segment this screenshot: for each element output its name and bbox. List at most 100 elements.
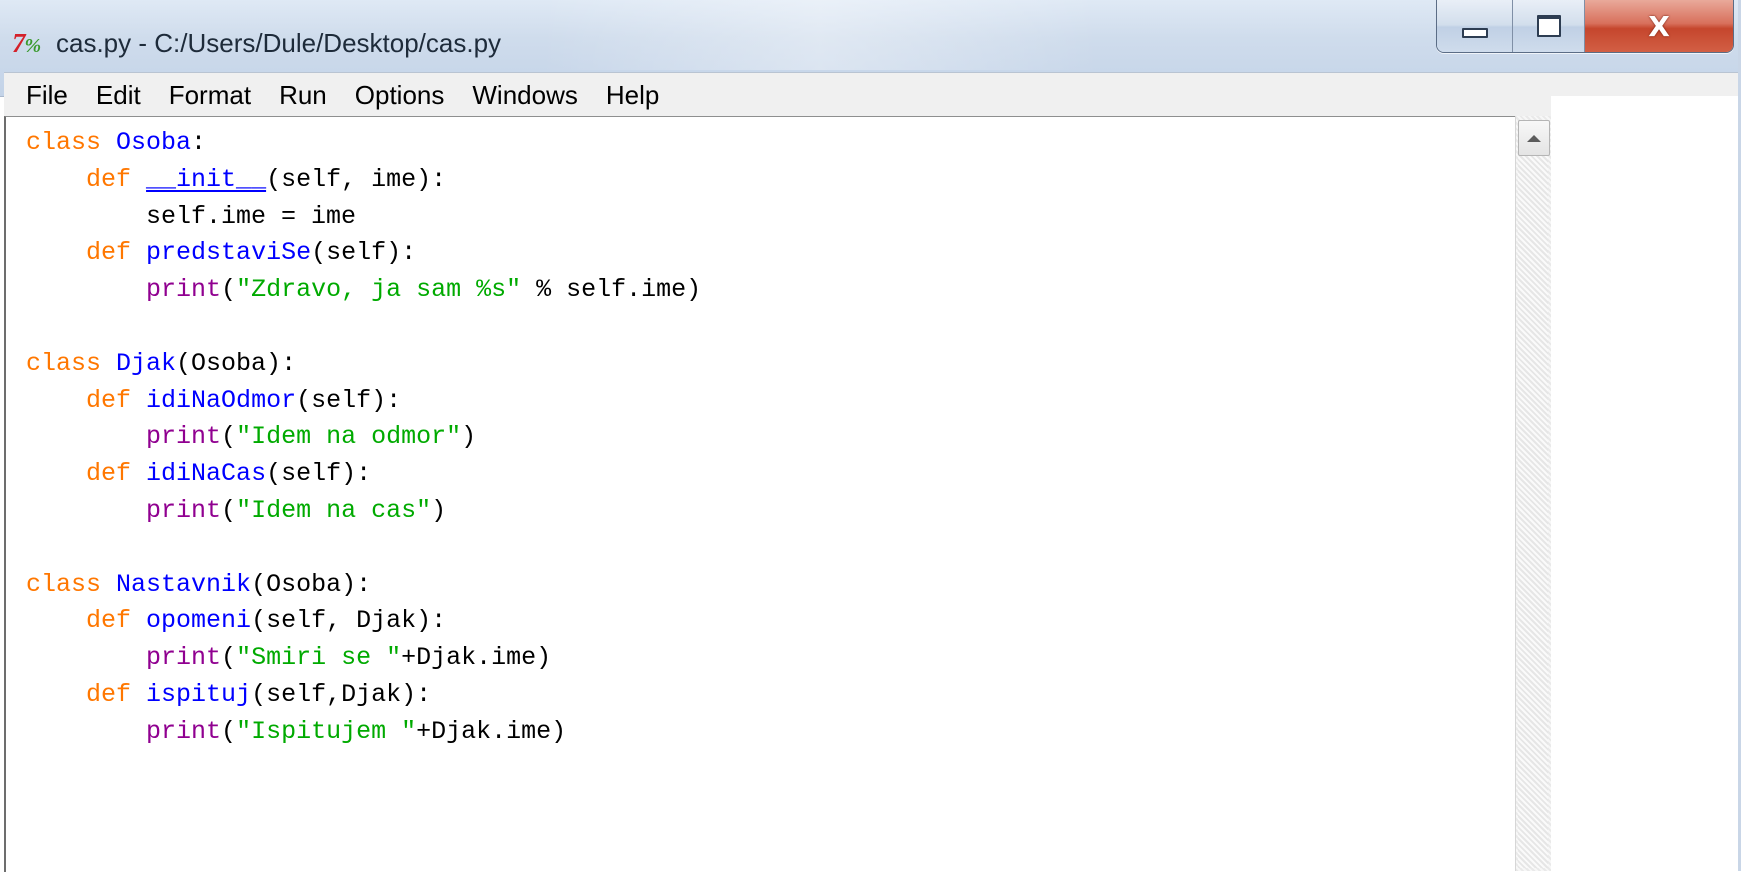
code-line[interactable]: def opomeni(self, Djak): <box>26 603 446 639</box>
code-token: Nastavnik <box>116 569 252 599</box>
scroll-up-button[interactable] <box>1518 120 1550 156</box>
minimize-button[interactable] <box>1437 0 1513 52</box>
code-line[interactable]: self.ime = ime <box>26 199 356 235</box>
code-token: ) <box>461 422 477 452</box>
title-bar-glow <box>540 0 1100 70</box>
code-line[interactable]: print("Zdravo, ja sam %s" % self.ime) <box>26 272 701 308</box>
code-line[interactable]: class Djak(Osoba): <box>26 346 296 382</box>
menu-file[interactable]: File <box>4 73 82 117</box>
code-line[interactable]: def __init__(self, ime): <box>26 162 446 198</box>
menu-format[interactable]: Format <box>155 73 265 117</box>
code-token: (self, ime): <box>266 164 447 194</box>
code-line[interactable]: print("Idem na cas") <box>26 493 446 529</box>
code-line[interactable]: print("Idem na odmor") <box>26 419 476 455</box>
code-token: (Osoba): <box>251 569 372 599</box>
code-token: "Idem na cas" <box>236 496 432 525</box>
code-token: class <box>26 569 102 599</box>
code-token: predstaviSe <box>146 238 312 268</box>
menu-edit[interactable]: Edit <box>82 73 155 117</box>
code-token: Osoba <box>116 128 192 157</box>
code-token: idiNaCas <box>146 459 267 489</box>
code-token: (self, Djak): <box>251 606 447 636</box>
code-editor[interactable]: class Osoba: def __init__(self, ime): se… <box>4 116 1516 872</box>
code-token: opomeni <box>146 606 252 636</box>
code-token: class <box>26 348 102 378</box>
scroll-thumb[interactable] <box>1518 156 1548 868</box>
code-line[interactable]: class Nastavnik(Osoba): <box>26 567 371 603</box>
code-line[interactable]: def idiNaCas(self): <box>26 456 371 492</box>
code-token: print <box>146 643 222 673</box>
code-token: "Idem na odmor" <box>236 422 462 452</box>
code-token: print <box>146 716 222 746</box>
code-token: def <box>86 459 132 489</box>
code-token: def <box>86 606 132 636</box>
code-token: print <box>146 275 222 305</box>
code-token: idiNaOdmor <box>146 385 297 415</box>
code-line[interactable]: class Osoba: <box>26 125 206 161</box>
code-token: ( <box>221 496 237 525</box>
menu-options[interactable]: Options <box>341 73 459 117</box>
code-line[interactable]: def idiNaOdmor(self): <box>26 383 401 419</box>
code-token: +Djak.ime) <box>401 643 552 673</box>
menu-windows[interactable]: Windows <box>458 73 591 117</box>
minimize-icon <box>1461 28 1488 38</box>
menu-help[interactable]: Help <box>592 73 673 117</box>
code-token: ) <box>431 496 447 525</box>
code-token: (self): <box>266 459 372 489</box>
idle-editor-window: 7% cas.py - C:/Users/Dule/Desktop/cas.py… <box>0 0 1741 872</box>
code-token: print <box>146 496 222 525</box>
code-token: Djak <box>116 348 177 378</box>
caption-buttons: X <box>1436 0 1734 53</box>
code-token: (Osoba): <box>176 348 297 378</box>
arrow-up-icon <box>1527 134 1541 142</box>
close-button[interactable]: X <box>1585 0 1733 52</box>
menu-run[interactable]: Run <box>265 73 341 117</box>
window-edge <box>1551 96 1738 871</box>
code-line[interactable]: def ispituj(self,Djak): <box>26 677 431 713</box>
code-token: % self.ime) <box>521 275 702 305</box>
code-token: "Smiri se " <box>236 643 402 673</box>
code-token: (self): <box>296 385 402 415</box>
code-token: ispituj <box>146 680 252 709</box>
code-token: def <box>86 680 132 709</box>
code-token: ( <box>221 275 237 305</box>
code-token: def <box>86 164 132 194</box>
code-token: : <box>191 128 207 157</box>
window-title: cas.py - C:/Users/Dule/Desktop/cas.py <box>56 28 502 58</box>
vertical-scrollbar[interactable] <box>1515 116 1552 871</box>
maximize-button[interactable] <box>1513 0 1585 52</box>
code-token: ( <box>221 716 237 746</box>
code-line[interactable]: print("Ispitujem "+Djak.ime) <box>26 714 566 750</box>
close-icon: X <box>1648 9 1670 43</box>
code-token: (self): <box>311 238 417 268</box>
code-token: __init__ <box>146 164 267 194</box>
code-line[interactable]: print("Smiri se "+Djak.ime) <box>26 640 551 676</box>
menu-bar: File Edit Format Run Options Windows Hel… <box>4 72 1741 117</box>
maximize-icon <box>1536 15 1561 37</box>
code-token: ( <box>221 422 237 452</box>
code-token: "Zdravo, ja sam %s" <box>236 275 522 305</box>
code-token: (self,Djak): <box>251 680 432 709</box>
idle-python-icon[interactable]: 7% <box>12 26 41 60</box>
code-token: "Ispitujem " <box>236 716 417 746</box>
code-token: class <box>26 128 102 157</box>
code-line[interactable]: def predstaviSe(self): <box>26 235 416 271</box>
